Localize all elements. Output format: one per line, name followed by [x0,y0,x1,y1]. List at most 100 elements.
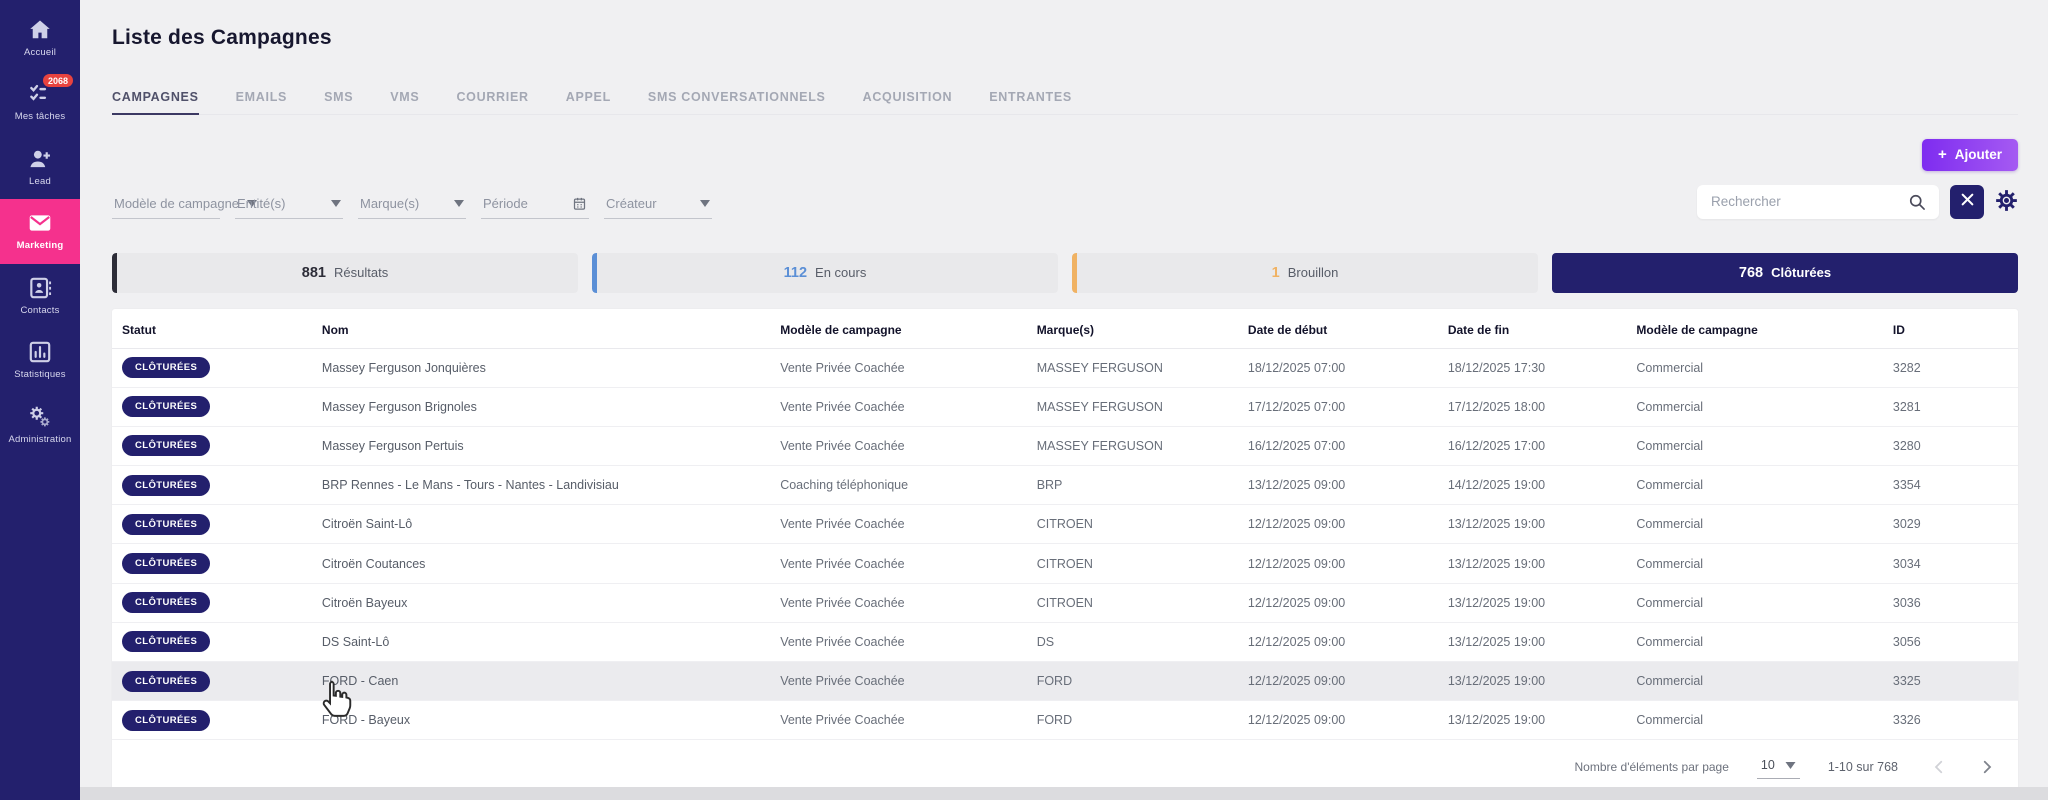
clear-search-button[interactable] [1950,184,1984,219]
table-row[interactable]: CLÔTURÉES Citroën Saint-Lô Vente Privée … [112,505,2018,545]
sidebar-item-statistiques[interactable]: Statistiques [0,328,80,392]
search-group [1697,184,2018,219]
next-page-button[interactable] [1978,758,1996,776]
cell-id: 3036 [1892,595,1921,610]
status-badge: CLÔTURÉES [122,670,211,692]
status-badge: CLÔTURÉES [122,513,211,535]
sidebar-item-contacts[interactable]: Contacts [0,264,80,328]
per-page-value: 10 [1760,758,1775,773]
cell-start-date: 17/12/2025 07:00 [1247,399,1346,414]
table-body: CLÔTURÉES Massey Ferguson Jonquières Ven… [112,349,2018,741]
filter-dropdown-entite-s[interactable]: Entité(s) [235,196,343,219]
cell-end-date: 13/12/2025 19:00 [1447,713,1546,728]
cell-name: Citroën Coutances [321,556,426,571]
add-button[interactable]: + Ajouter [1921,138,2018,171]
cell-model2: Commercial [1636,517,1704,532]
chevron-down-icon [700,199,710,207]
tab-vms[interactable]: VMS [390,90,419,114]
column-header: Date de fin [1447,322,1510,337]
envelope-icon [27,210,53,236]
page-title: Liste des Campagnes [112,26,332,49]
cell-brands: CITROEN [1036,556,1093,571]
card-accent-bar [112,252,117,293]
filter-label: Période [483,195,528,211]
cell-model: Vente Privée Coachée [780,674,905,689]
table-row[interactable]: CLÔTURÉES Citroën Coutances Vente Privée… [112,544,2018,584]
filter-dropdown-createur[interactable]: Créateur [604,196,712,219]
cell-brands: BRP [1036,478,1063,493]
table-row[interactable]: CLÔTURÉES BRP Rennes - Le Mans - Tours -… [112,466,2018,506]
sidebar-items: Accueil 2068 Mes tâches Lead Marketing C… [0,6,80,457]
cell-end-date: 18/12/2025 17:30 [1447,360,1546,375]
cell-end-date: 13/12/2025 19:00 [1447,556,1546,571]
tab-courrier[interactable]: COURRIER [456,90,528,114]
status-card-en-cours[interactable]: 112 En cours [592,252,1058,293]
cell-id: 3354 [1892,478,1921,493]
search-input[interactable] [1697,184,1939,219]
tab-entrantes[interactable]: ENTRANTES [989,90,1072,114]
status-badge: CLÔTURÉES [122,357,211,379]
tab-sms-conversationnels[interactable]: SMS CONVERSATIONNELS [648,90,826,114]
cell-end-date: 14/12/2025 19:00 [1447,478,1546,493]
sidebar-item-administration[interactable]: Administration [0,393,80,457]
card-accent-bar [1072,252,1077,293]
column-header: Marque(s) [1036,322,1095,337]
gears-icon [27,404,53,430]
cell-start-date: 12/12/2025 09:00 [1247,517,1346,532]
cell-start-date: 12/12/2025 09:00 [1247,634,1346,649]
app-window: Accueil 2068 Mes tâches Lead Marketing C… [0,0,2048,800]
column-header: Date de début [1247,322,1328,337]
tab-acquisition[interactable]: ACQUISITION [863,90,953,114]
filter-dropdown-marque-s[interactable]: Marque(s) [358,196,466,219]
filter-label: Créateur [606,195,657,211]
status-card-brouillon[interactable]: 1 Brouillon [1072,252,1538,293]
tab-campagnes[interactable]: CAMPAGNES [112,90,199,115]
cell-end-date: 13/12/2025 19:00 [1447,517,1546,532]
table-row[interactable]: CLÔTURÉES Massey Ferguson Jonquières Ven… [112,349,2018,388]
prev-page-button[interactable] [1930,758,1948,776]
filters: Modèle de campagne Entité(s) Marque(s) P… [112,196,712,219]
filter-dropdown-modele-de-campagne[interactable]: Modèle de campagne [112,196,258,219]
card-count: 768 [1738,264,1764,281]
per-page-select[interactable]: 10 [1756,754,1800,780]
status-badge: CLÔTURÉES [122,631,211,653]
cell-end-date: 13/12/2025 19:00 [1447,595,1546,610]
tab-sms[interactable]: SMS [324,90,353,114]
table-row[interactable]: CLÔTURÉES Citroën Bayeux Vente Privée Co… [112,584,2018,623]
table-row[interactable]: CLÔTURÉES FORD - Bayeux Vente Privée Coa… [112,701,2018,741]
sidebar-item-marketing[interactable]: Marketing [0,199,80,264]
close-icon [1961,193,1974,210]
sidebar-item-label: Statistiques [14,369,66,381]
table-row[interactable]: CLÔTURÉES Massey Ferguson Brignoles Vent… [112,388,2018,427]
cell-model2: Commercial [1636,713,1704,728]
table-row[interactable]: CLÔTURÉES DS Saint-Lô Vente Privée Coach… [112,623,2018,662]
status-badge: CLÔTURÉES [122,592,211,614]
cell-model2: Commercial [1636,674,1704,689]
bottom-band [80,787,2048,800]
cell-id: 3280 [1892,438,1921,453]
plus-icon: + [1937,145,1947,163]
status-card-resultats[interactable]: 881 Résultats [112,252,578,293]
filter-label: Marque(s) [360,195,420,211]
status-badge: CLÔTURÉES [122,474,211,496]
settings-button[interactable] [1995,189,2018,215]
cell-start-date: 18/12/2025 07:00 [1247,360,1346,375]
sidebar-item-lead[interactable]: Lead [0,135,80,199]
card-label: Clôturées [1771,265,1832,280]
sidebar-item-mes-taches[interactable]: 2068 Mes tâches [0,70,80,134]
chevron-down-icon [454,199,464,207]
pager [1930,758,1996,776]
cell-model2: Commercial [1636,478,1704,493]
tab-emails[interactable]: EMAILS [236,90,287,114]
table-row[interactable]: CLÔTURÉES Massey Ferguson Pertuis Vente … [112,427,2018,467]
filter-label: Entité(s) [237,195,286,211]
table-row[interactable]: CLÔTURÉES FORD - Caen Vente Privée Coach… [112,662,2018,702]
tab-appel[interactable]: APPEL [566,90,611,114]
sidebar-item-accueil[interactable]: Accueil [0,6,80,70]
toolbar: + Ajouter [112,138,2018,171]
cell-model: Vente Privée Coachée [780,713,905,728]
cell-end-date: 13/12/2025 19:00 [1447,674,1546,689]
status-card-cloturees[interactable]: 768 Clôturées [1552,252,2018,293]
filter-dropdown-periode[interactable]: Période [481,196,589,219]
main-content: Liste des Campagnes CAMPAGNES EMAILS SMS VM… [80,0,2048,800]
